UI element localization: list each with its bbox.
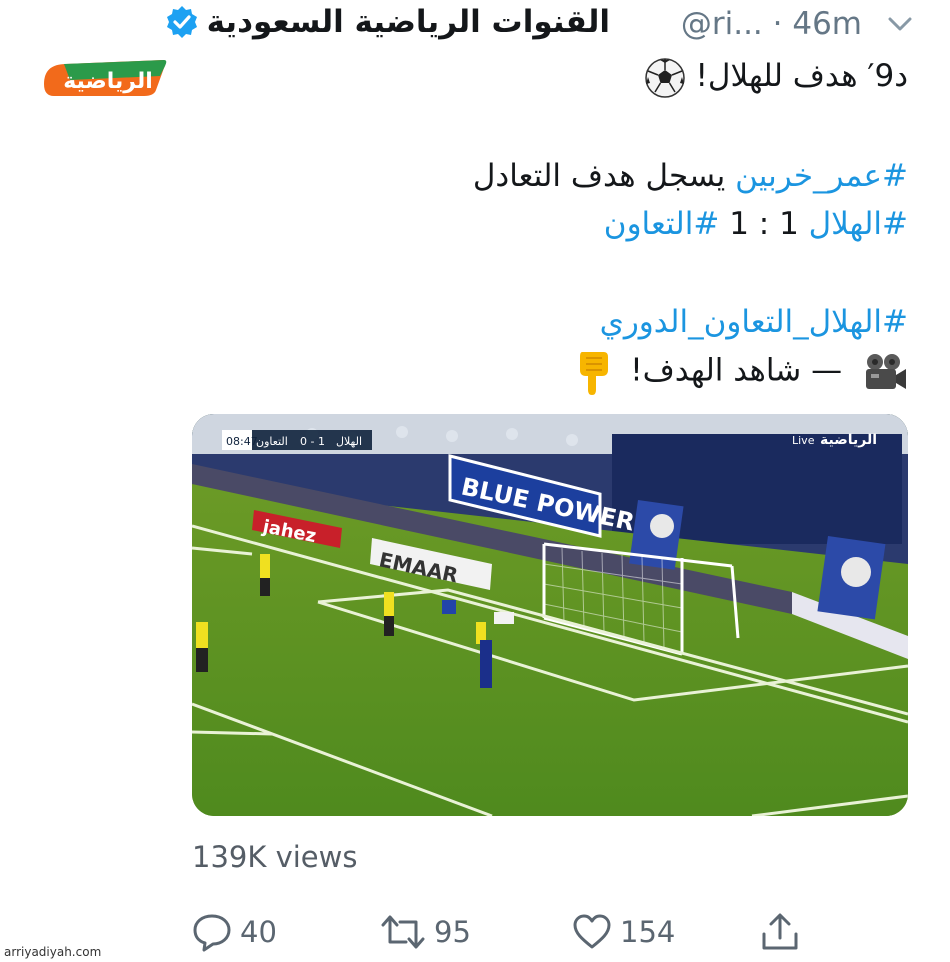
video-thumbnail: BLUE POWER jahez EMAAR 08:47 التعاون 0 -… <box>192 414 908 816</box>
score-text: 1 : 1 <box>729 206 799 242</box>
handle[interactable]: @ri... <box>681 6 763 42</box>
views-count: 139K views <box>192 840 358 874</box>
verified-badge-icon <box>166 6 197 38</box>
hashtag-omar-kharbin[interactable]: #عمر_خربين <box>735 158 908 194</box>
share-icon <box>762 913 798 950</box>
channel-bug: الرياضية <box>820 432 877 448</box>
source-credit: arriyadiyah.com <box>4 945 102 959</box>
hashtag-alhilal[interactable]: #الهلال <box>809 206 908 242</box>
retweet-count: 95 <box>434 915 471 949</box>
scoreboard-team1: التعاون <box>256 435 288 448</box>
scoreboard-team2: الهلال <box>336 435 362 448</box>
scoreboard-score: 0 - 1 <box>300 435 325 448</box>
pointing-down-emoji-icon <box>580 352 609 395</box>
reply-button[interactable]: 40 <box>192 910 277 954</box>
like-button[interactable]: 154 <box>572 910 675 954</box>
retweet-button[interactable]: 95 <box>380 910 471 954</box>
video-media-card[interactable]: BLUE POWER jahez EMAAR 08:47 التعاون 0 -… <box>192 414 908 816</box>
retweet-icon <box>381 915 425 949</box>
like-count: 154 <box>620 915 676 949</box>
movie-camera-emoji-icon <box>866 354 906 389</box>
logo-text: الرياضية <box>63 69 153 94</box>
tweet-line-1: د9′ هدف للهلال! <box>638 56 908 99</box>
tweet-line-2: #عمر_خربين يسجل هدف التعادل <box>473 156 908 196</box>
author[interactable]: القنوات الرياضية السعودية <box>165 4 610 40</box>
scoreboard-time: 08:47 <box>226 435 258 448</box>
display-name[interactable]: القنوات الرياضية السعودية <box>207 4 610 40</box>
live-badge: Live <box>792 434 815 447</box>
soccer-ball-emoji-icon <box>644 57 685 98</box>
like-icon <box>573 914 611 949</box>
tweet-text-goal: د9′ هدف للهلال! <box>695 58 909 94</box>
timestamp[interactable]: · 46m <box>773 6 862 42</box>
hashtag-altaawoun[interactable]: #التعاون <box>604 206 720 242</box>
tweet-text-equalizer: يسجل هدف التعادل <box>472 158 726 194</box>
reply-icon <box>193 914 231 952</box>
handle-and-time: @ri... · 46m <box>681 6 862 42</box>
tweet-line-5: — شاهد الهدف! <box>576 348 908 396</box>
reply-count: 40 <box>240 915 277 949</box>
tweet-text-watch-goal: — شاهد الهدف! <box>630 352 843 389</box>
channel-logo[interactable]: الرياضية <box>44 54 168 98</box>
tweet-line-3: #الهلال 1 : 1 #التعاون <box>604 204 908 244</box>
tweet-line-4: #الهلال_التعاون_الدوري <box>600 302 908 342</box>
hashtag-hilal-taawoun-league[interactable]: #الهلال_التعاون_الدوري <box>600 304 908 340</box>
share-button[interactable] <box>760 910 800 954</box>
chevron-down-icon[interactable] <box>886 10 914 38</box>
